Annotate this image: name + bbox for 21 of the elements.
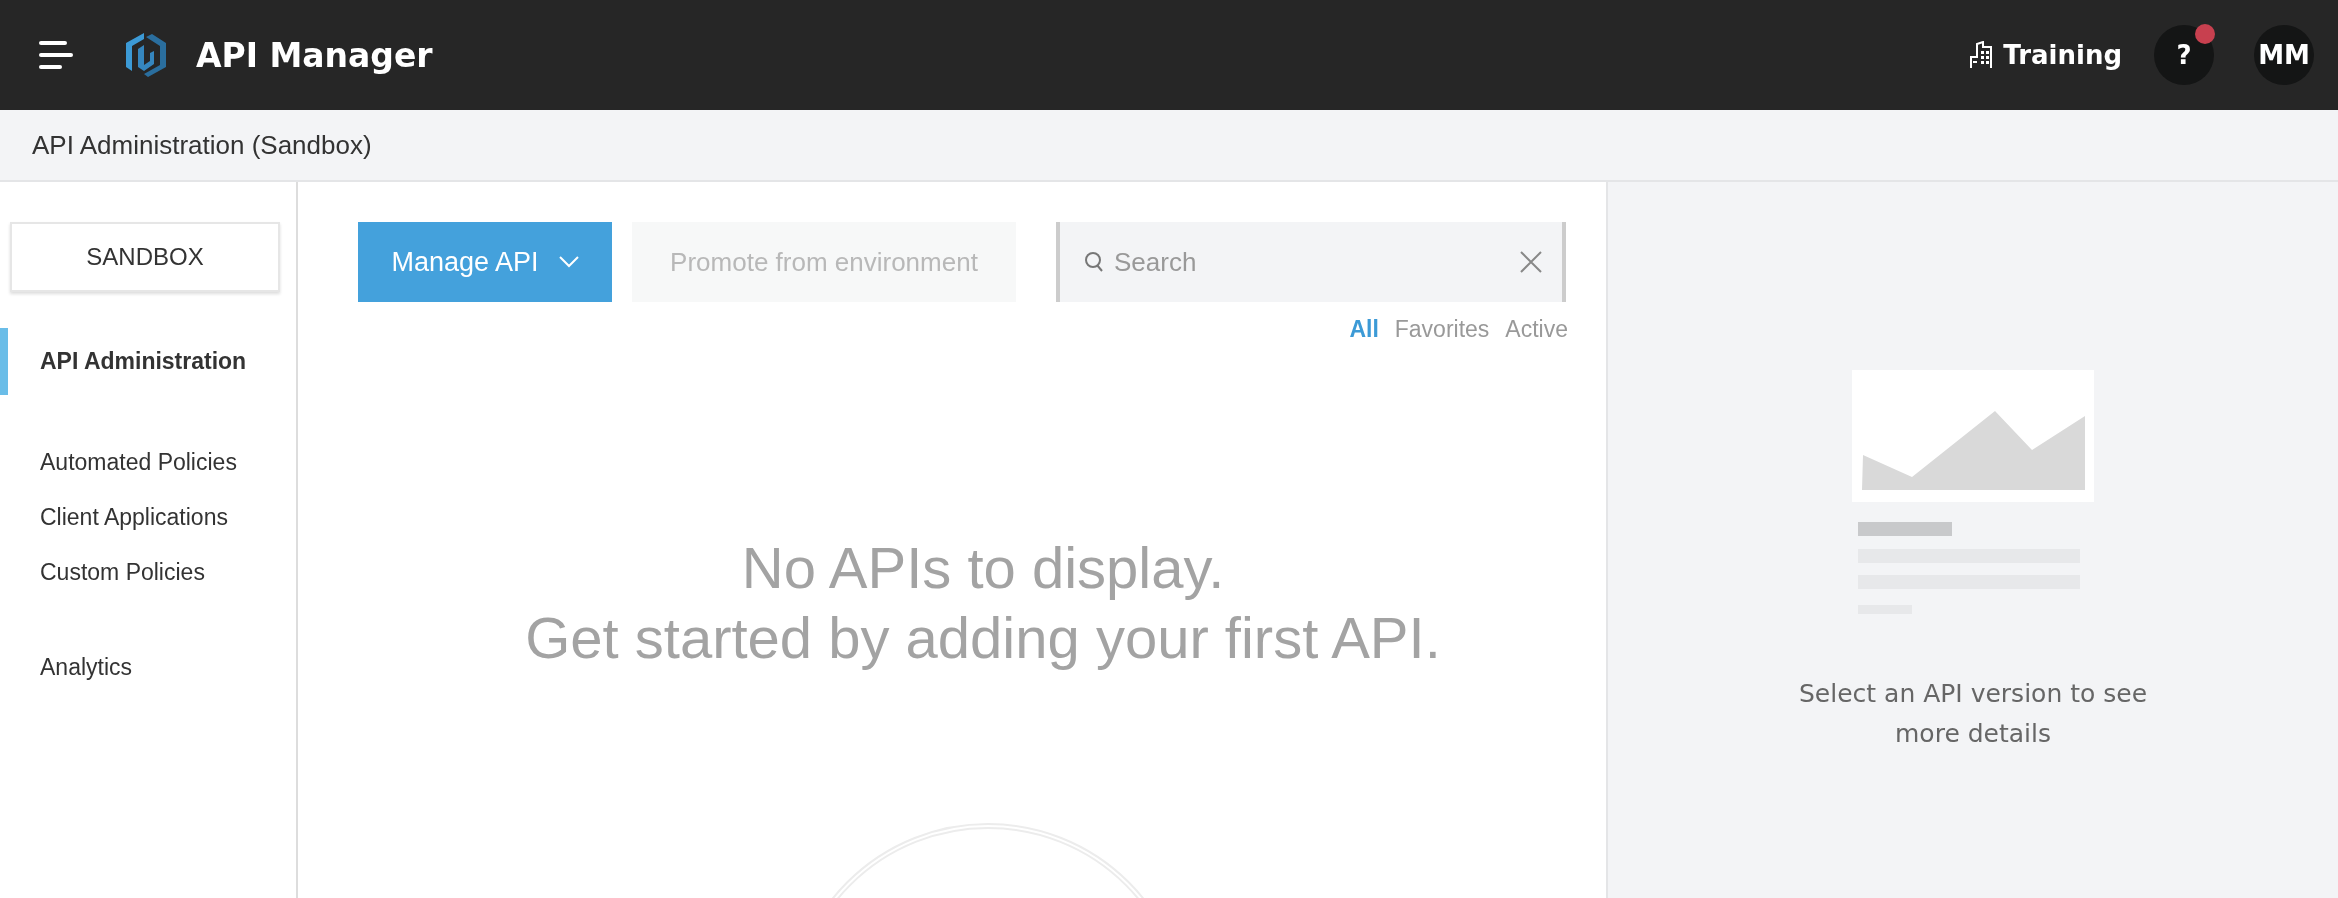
nav-item[interactable]: Analytics xyxy=(0,640,296,695)
help-button[interactable]: ? xyxy=(2154,25,2214,85)
user-avatar[interactable]: MM xyxy=(2254,25,2314,85)
search-icon xyxy=(1084,251,1104,273)
logo-icon xyxy=(124,31,168,79)
chevron-down-icon xyxy=(558,256,579,268)
menu-icon[interactable] xyxy=(38,40,74,70)
nav-item[interactable]: Custom Policies xyxy=(0,545,296,600)
search-input[interactable]: Search xyxy=(1112,245,1512,279)
environment-button[interactable]: SANDBOX xyxy=(10,222,280,292)
clear-icon[interactable] xyxy=(1520,251,1542,273)
app-title: API Manager xyxy=(196,35,433,75)
training-link[interactable]: Training xyxy=(1969,40,2122,70)
details-hint: Select an API version to see more details xyxy=(1798,678,2148,750)
nav-item[interactable]: Automated Policies xyxy=(0,435,296,490)
empty-message: Get started by adding your first API. xyxy=(525,604,1441,672)
building-icon xyxy=(1969,41,1994,69)
empty-message: No APIs to display. xyxy=(741,534,1225,602)
page-title: API Administration (Sandbox) xyxy=(32,129,372,161)
nav-item[interactable]: Client Applications xyxy=(0,490,296,545)
search-field[interactable]: Search xyxy=(1056,222,1566,302)
